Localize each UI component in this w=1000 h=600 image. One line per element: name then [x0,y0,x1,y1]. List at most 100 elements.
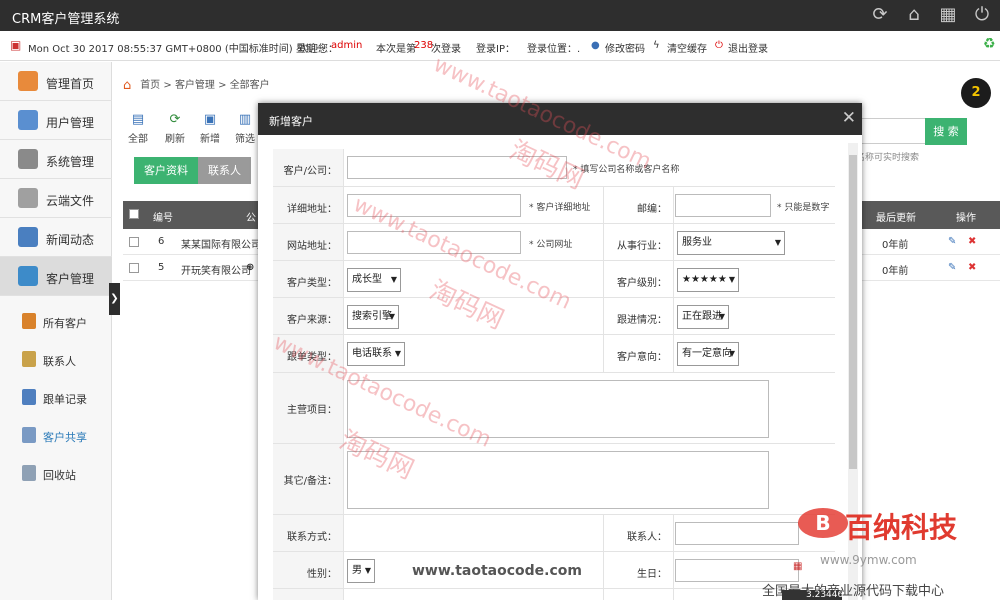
tab-contacts[interactable]: 联系人 [198,157,251,184]
main-project-textarea[interactable] [347,380,769,438]
sidebar-item-label: 用户管理 [46,116,95,130]
customer-level-select[interactable]: ★★★★★ ▼ [677,268,739,292]
toolbar-add-label: 新增 [200,134,220,145]
sidebar-item-label: 云端文件 [46,194,95,208]
logout-icon: ⏻ [715,40,723,51]
sidebar-item-label: 系统管理 [46,155,95,169]
search-hint: 名称可实时搜索 [856,153,920,163]
toolbar-filter-label: 筛选 [235,134,255,145]
delete-icon[interactable]: ✖ [968,262,976,273]
row-updated: 0年前 [882,240,909,251]
row-company[interactable]: 某某国际有限公司 [181,236,261,251]
calendar-icon[interactable]: ▦ [793,561,802,572]
close-icon[interactable]: ✕ [842,107,856,129]
website-input[interactable] [347,231,521,254]
header-action: 操作 [956,213,976,224]
calendar-icon: ▣ [10,38,22,52]
remarks-textarea[interactable] [347,451,769,509]
sidebar-sub-recycle-bin[interactable]: 回收站 [0,454,112,492]
gender-select[interactable]: 男 ▼ [347,559,375,583]
birthday-input[interactable] [675,559,799,582]
source-label: 客户来源： [287,315,337,326]
postcode-input[interactable] [675,194,771,217]
toolbar-filter-button[interactable]: ▥ 筛选 [233,112,257,145]
modal-title: 新增客户 [269,115,313,128]
filter-icon: ▥ [238,112,252,127]
add-customer-modal: 新增客户 ✕ 客户/公司： * 填写公司名称或客户名称 详细地址： * 客户详细… [258,103,862,600]
postcode-hint: * 只能是数字 [777,203,830,213]
watermark-site-footer: www.taotaocode.com [412,563,582,579]
home-icon[interactable]: ⌂ [123,78,137,93]
chevron-down-icon: ▼ [390,275,397,284]
sidebar-sub-customer-share[interactable]: 客户共享 [0,416,112,454]
sidebar-sub-follow-records[interactable]: 跟单记录 [0,378,112,416]
recycle-icon[interactable]: ♻ [983,36,996,52]
cloud-lock-icon [18,188,38,208]
refresh-icon[interactable]: ⟳ [868,3,892,27]
chevron-down-icon: ▼ [394,349,401,358]
scrollbar-thumb[interactable] [849,155,857,469]
search-input[interactable] [858,118,926,144]
power-icon[interactable]: ⏻ [970,3,994,27]
chevron-down-icon: ▼ [728,349,735,358]
breadcrumb-home[interactable]: 首页 [140,80,160,91]
sidebar-item-users[interactable]: 用户管理 [0,101,112,140]
form-row: 主营项目： [273,373,835,444]
user-icon [18,110,38,130]
sidebar-sub-all-customers[interactable]: 所有客户 [0,302,112,340]
edit-icon[interactable]: ✎ [948,262,956,273]
sidebar: 管理首页 用户管理 系统管理 云端文件 新闻动态 客户管理 所有客户 联系人 跟… [0,62,112,600]
source-select[interactable]: 搜索引擎 ▼ [347,305,399,329]
login-count-prefix: 本次是第 [376,44,416,55]
search-button[interactable]: 搜 索 [925,118,967,145]
follow-status-label: 跟进情况： [617,315,667,326]
industry-select[interactable]: 服务业 ▼ [677,231,785,255]
customer-type-select[interactable]: 成长型 ▼ [347,268,401,292]
sidebar-item-label: 管理首页 [46,77,95,91]
follow-type-label: 跟单类型： [287,352,337,363]
refresh-icon: ⟳ [169,112,181,127]
intent-select[interactable]: 有一定意向 ▼ [677,342,739,366]
row-checkbox[interactable] [129,237,139,247]
follow-status-select[interactable]: 正在跟进 ▼ [677,305,729,329]
clear-cache-link[interactable]: 清空缓存 [667,40,707,55]
toolbar-refresh-button[interactable]: ⟳ 刷新 [163,112,187,145]
form-row: 联系方式： 联系人： [273,515,835,552]
sidebar-sub-contacts[interactable]: 联系人 [0,340,112,378]
address-input[interactable] [347,194,521,217]
sidebar-item-home[interactable]: 管理首页 [0,62,112,101]
toolbar-all-button[interactable]: ▤ 全部 [126,112,150,145]
postcode-label: 邮编： [637,204,667,215]
select-all-checkbox[interactable] [129,209,139,219]
sidebar-item-system[interactable]: 系统管理 [0,140,112,179]
row-checkbox[interactable] [129,263,139,273]
share-icon [22,427,36,443]
top-bar: CRM客户管理系统 ⟳ ⌂ ▦ ⏻ [0,0,1000,31]
follow-type-select[interactable]: 电话联系 ▼ [347,342,405,366]
toolbar-add-button[interactable]: ▣ 新增 [198,112,222,145]
book-icon [18,227,38,247]
contact-person-input[interactable] [675,522,799,545]
grid-icon[interactable]: ▦ [936,3,960,27]
contact-icon [22,351,36,367]
row-company[interactable]: 开玩笑有限公司 [181,262,251,277]
sidebar-item-customers[interactable]: 客户管理 [0,257,112,296]
sidebar-item-news[interactable]: 新闻动态 [0,218,112,257]
home-icon[interactable]: ⌂ [902,3,926,27]
load-timer: 3.23446 [782,590,843,600]
form-row: 客户来源： 搜索引擎 ▼ 跟进情况： 正在跟进 ▼ [273,298,835,335]
user-key-icon: ● [591,40,600,51]
expand-plus-icon[interactable]: ⊕ [246,262,254,273]
message-count-badge[interactable]: 2 [961,78,991,108]
delete-icon[interactable]: ✖ [968,236,976,247]
website-hint: * 公司网址 [529,240,573,250]
sidebar-item-cloud-files[interactable]: 云端文件 [0,179,112,218]
logout-link[interactable]: 退出登录 [728,40,768,55]
tab-customer-info[interactable]: 客户资料 [134,157,198,184]
customer-company-input[interactable] [347,156,567,179]
toolbar-all-label: 全部 [128,134,148,145]
edit-icon[interactable]: ✎ [948,236,956,247]
follow-type-value: 电话联系 [352,348,392,359]
change-password-link[interactable]: 修改密码 [605,40,645,55]
breadcrumb-section[interactable]: 客户管理 [175,80,215,91]
